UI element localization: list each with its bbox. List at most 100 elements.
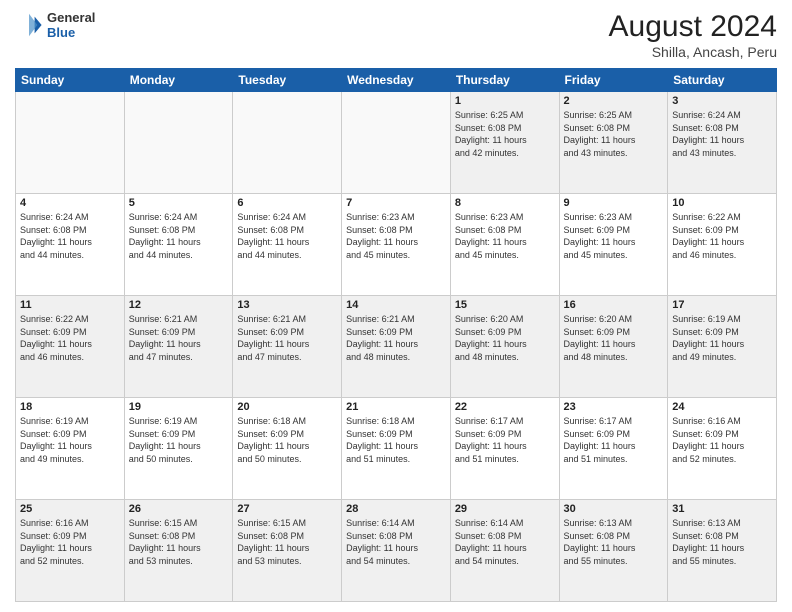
day-number: 3: [672, 95, 772, 107]
day-number: 18: [20, 401, 120, 413]
calendar-week-3: 11Sunrise: 6:22 AM Sunset: 6:09 PM Dayli…: [16, 296, 777, 398]
cell-info: Sunrise: 6:20 AM Sunset: 6:09 PM Dayligh…: [455, 313, 555, 363]
day-number: 16: [564, 299, 664, 311]
calendar-header-sunday: Sunday: [16, 69, 125, 92]
day-number: 26: [129, 503, 229, 515]
calendar-cell: 28 Sunrise: 6:14 AM Sunset: 6:08 PM Dayli…: [342, 500, 451, 602]
calendar-cell: [124, 92, 233, 194]
calendar-cell: [342, 92, 451, 194]
day-number: 10: [672, 197, 772, 209]
calendar-header-tuesday: Tuesday: [233, 69, 342, 92]
calendar-cell: 31 Sunrise: 6:13 AM Sunset: 6:08 PM Dayli…: [668, 500, 777, 602]
cell-info: Sunrise: 6:21 AM Sunset: 6:09 PM Dayligh…: [129, 313, 229, 363]
calendar-cell: 15 Sunrise: 6:20 AM Sunset: 6:09 PM Dayli…: [450, 296, 559, 398]
calendar-week-4: 18 Sunrise: 6:19 AM Sunset: 6:09 PM Dayli…: [16, 398, 777, 500]
day-number: 7: [346, 197, 446, 209]
calendar-cell: 26 Sunrise: 6:15 AM Sunset: 6:08 PM Dayli…: [124, 500, 233, 602]
day-number: 8: [455, 197, 555, 209]
cell-info: Sunrise: 6:17 AM Sunset: 6:09 PM Dayligh…: [564, 415, 664, 465]
calendar-week-2: 4 Sunrise: 6:24 AM Sunset: 6:08 PM Daylig…: [16, 194, 777, 296]
calendar-cell: 10 Sunrise: 6:22 AM Sunset: 6:09 PM Dayli…: [668, 194, 777, 296]
calendar-header-wednesday: Wednesday: [342, 69, 451, 92]
calendar-cell: 9 Sunrise: 6:23 AM Sunset: 6:09 PM Daylig…: [559, 194, 668, 296]
day-number: 6: [237, 197, 337, 209]
cell-info: Sunrise: 6:13 AM Sunset: 6:08 PM Dayligh…: [564, 517, 664, 567]
day-number: 20: [237, 401, 337, 413]
calendar-cell: 8Sunrise: 6:23 AM Sunset: 6:08 PM Daylig…: [450, 194, 559, 296]
day-number: 21: [346, 401, 446, 413]
page: General Blue August 2024 Shilla, Ancash,…: [0, 0, 792, 612]
calendar-cell: [16, 92, 125, 194]
day-number: 30: [564, 503, 664, 515]
calendar-cell: 17 Sunrise: 6:19 AM Sunset: 6:09 PM Dayli…: [668, 296, 777, 398]
cell-info: Sunrise: 6:16 AM Sunset: 6:09 PM Dayligh…: [672, 415, 772, 465]
calendar-cell: 13 Sunrise: 6:21 AM Sunset: 6:09 PM Dayli…: [233, 296, 342, 398]
logo-text: General Blue: [47, 10, 95, 40]
day-number: 27: [237, 503, 337, 515]
day-number: 5: [129, 197, 229, 209]
day-number: 9: [564, 197, 664, 209]
cell-info: Sunrise: 6:25 AM Sunset: 6:08 PM Dayligh…: [455, 109, 555, 159]
calendar-cell: 25 Sunrise: 6:16 AM Sunset: 6:09 PM Dayli…: [16, 500, 125, 602]
cell-info: Sunrise: 6:15 AM Sunset: 6:08 PM Dayligh…: [129, 517, 229, 567]
header: General Blue August 2024 Shilla, Ancash,…: [15, 10, 777, 60]
cell-info: Sunrise: 6:19 AM Sunset: 6:09 PM Dayligh…: [672, 313, 772, 363]
cell-info: Sunrise: 6:22 AM Sunset: 6:09 PM Dayligh…: [672, 211, 772, 261]
cell-info: Sunrise: 6:18 AM Sunset: 6:09 PM Dayligh…: [346, 415, 446, 465]
cell-info: Sunrise: 6:16 AM Sunset: 6:09 PM Dayligh…: [20, 517, 120, 567]
cell-info: Sunrise: 6:13 AM Sunset: 6:08 PM Dayligh…: [672, 517, 772, 567]
cell-info: Sunrise: 6:14 AM Sunset: 6:08 PM Dayligh…: [346, 517, 446, 567]
calendar-cell: 12 Sunrise: 6:21 AM Sunset: 6:09 PM Dayli…: [124, 296, 233, 398]
calendar-cell: 16 Sunrise: 6:20 AM Sunset: 6:09 PM Dayli…: [559, 296, 668, 398]
day-number: 1: [455, 95, 555, 107]
calendar-cell: 23 Sunrise: 6:17 AM Sunset: 6:09 PM Dayli…: [559, 398, 668, 500]
day-number: 4: [20, 197, 120, 209]
cell-info: Sunrise: 6:24 AM Sunset: 6:08 PM Dayligh…: [672, 109, 772, 159]
day-number: 31: [672, 503, 772, 515]
calendar-week-5: 25 Sunrise: 6:16 AM Sunset: 6:09 PM Dayli…: [16, 500, 777, 602]
day-number: 17: [672, 299, 772, 311]
cell-info: Sunrise: 6:24 AM Sunset: 6:08 PM Dayligh…: [129, 211, 229, 261]
day-number: 25: [20, 503, 120, 515]
calendar-cell: 29 Sunrise: 6:14 AM Sunset: 6:08 PM Dayli…: [450, 500, 559, 602]
calendar-table: SundayMondayTuesdayWednesdayThursdayFrid…: [15, 68, 777, 602]
cell-info: Sunrise: 6:19 AM Sunset: 6:09 PM Dayligh…: [129, 415, 229, 465]
month-year: August 2024: [609, 10, 777, 44]
day-number: 12: [129, 299, 229, 311]
calendar-cell: 6 Sunrise: 6:24 AM Sunset: 6:08 PM Daylig…: [233, 194, 342, 296]
cell-info: Sunrise: 6:21 AM Sunset: 6:09 PM Dayligh…: [346, 313, 446, 363]
calendar-header-friday: Friday: [559, 69, 668, 92]
cell-info: Sunrise: 6:22 AM Sunset: 6:09 PM Dayligh…: [20, 313, 120, 363]
calendar-header-saturday: Saturday: [668, 69, 777, 92]
cell-info: Sunrise: 6:24 AM Sunset: 6:08 PM Dayligh…: [237, 211, 337, 261]
calendar-cell: 7 Sunrise: 6:23 AM Sunset: 6:08 PM Daylig…: [342, 194, 451, 296]
day-number: 29: [455, 503, 555, 515]
location: Shilla, Ancash, Peru: [609, 44, 777, 60]
calendar-cell: 27Sunrise: 6:15 AM Sunset: 6:08 PM Dayli…: [233, 500, 342, 602]
day-number: 23: [564, 401, 664, 413]
cell-info: Sunrise: 6:23 AM Sunset: 6:09 PM Dayligh…: [564, 211, 664, 261]
calendar-cell: 14 Sunrise: 6:21 AM Sunset: 6:09 PM Dayli…: [342, 296, 451, 398]
calendar-cell: 3 Sunrise: 6:24 AM Sunset: 6:08 PM Daylig…: [668, 92, 777, 194]
cell-info: Sunrise: 6:21 AM Sunset: 6:09 PM Dayligh…: [237, 313, 337, 363]
cell-info: Sunrise: 6:20 AM Sunset: 6:09 PM Dayligh…: [564, 313, 664, 363]
calendar-cell: 2Sunrise: 6:25 AM Sunset: 6:08 PM Daylig…: [559, 92, 668, 194]
day-number: 15: [455, 299, 555, 311]
day-number: 13: [237, 299, 337, 311]
calendar-cell: 19Sunrise: 6:19 AM Sunset: 6:09 PM Dayli…: [124, 398, 233, 500]
cell-info: Sunrise: 6:14 AM Sunset: 6:08 PM Dayligh…: [455, 517, 555, 567]
calendar-week-1: 1 Sunrise: 6:25 AM Sunset: 6:08 PM Daylig…: [16, 92, 777, 194]
calendar-cell: 22Sunrise: 6:17 AM Sunset: 6:09 PM Dayli…: [450, 398, 559, 500]
cell-info: Sunrise: 6:18 AM Sunset: 6:09 PM Dayligh…: [237, 415, 337, 465]
day-number: 28: [346, 503, 446, 515]
cell-info: Sunrise: 6:19 AM Sunset: 6:09 PM Dayligh…: [20, 415, 120, 465]
calendar-cell: 5 Sunrise: 6:24 AM Sunset: 6:08 PM Daylig…: [124, 194, 233, 296]
calendar-cell: 18 Sunrise: 6:19 AM Sunset: 6:09 PM Dayli…: [16, 398, 125, 500]
calendar-cell: 20 Sunrise: 6:18 AM Sunset: 6:09 PM Dayli…: [233, 398, 342, 500]
calendar-header-monday: Monday: [124, 69, 233, 92]
cell-info: Sunrise: 6:17 AM Sunset: 6:09 PM Dayligh…: [455, 415, 555, 465]
cell-info: Sunrise: 6:23 AM Sunset: 6:08 PM Dayligh…: [346, 211, 446, 261]
calendar-cell: 30 Sunrise: 6:13 AM Sunset: 6:08 PM Dayli…: [559, 500, 668, 602]
day-number: 14: [346, 299, 446, 311]
calendar-header-row: SundayMondayTuesdayWednesdayThursdayFrid…: [16, 69, 777, 92]
